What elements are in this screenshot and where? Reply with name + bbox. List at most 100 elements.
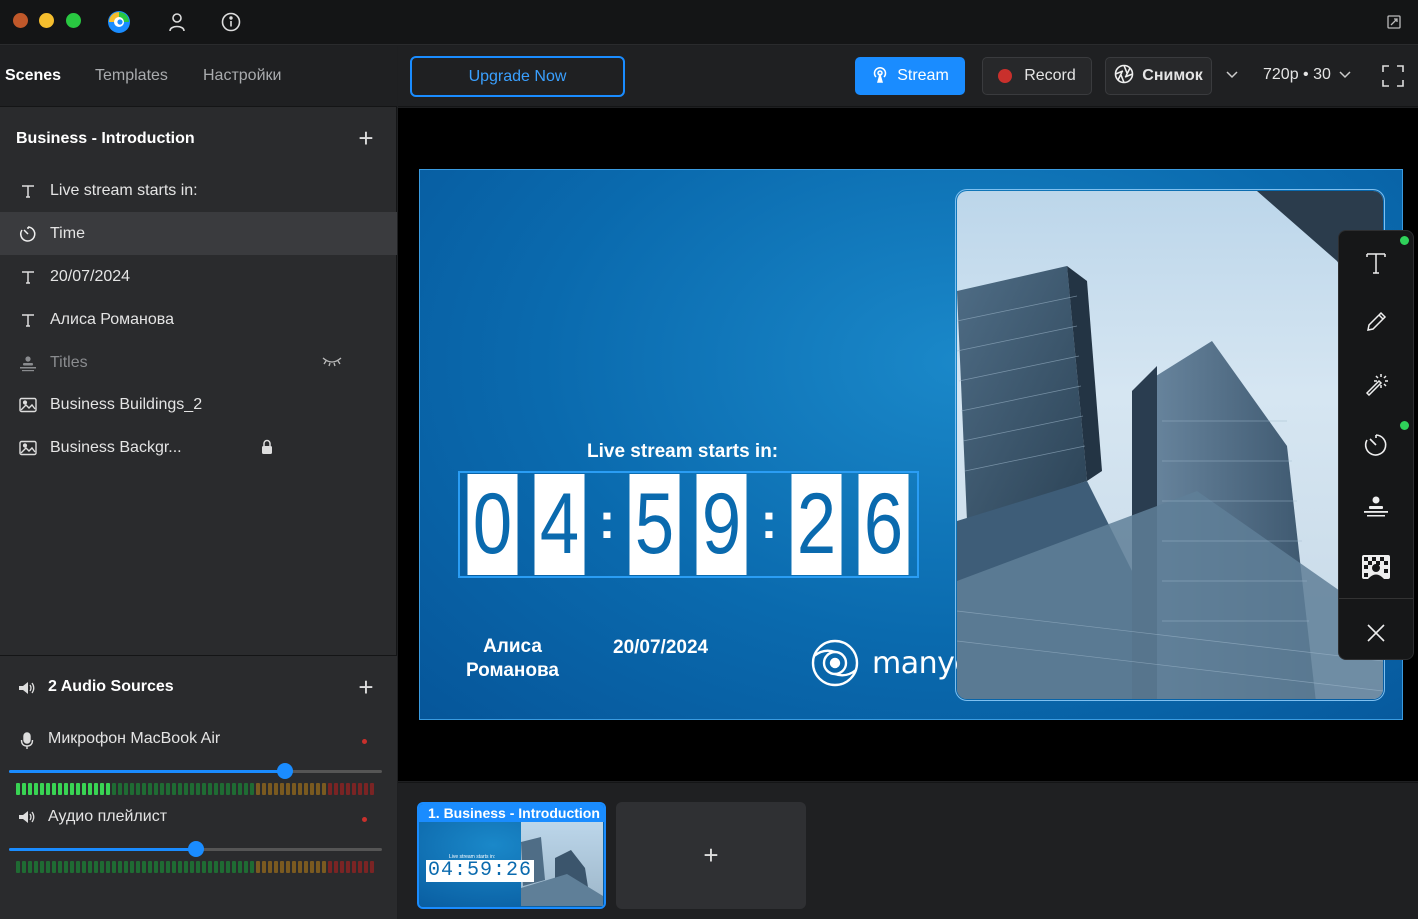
meter-segment [280, 783, 284, 795]
meter-segment [292, 861, 296, 873]
audio-level-meter [16, 783, 374, 795]
effects-wand-icon[interactable] [1357, 365, 1395, 403]
meter-segment [64, 861, 68, 873]
meter-segment [172, 783, 176, 795]
snapshot-button[interactable]: Снимок [1105, 57, 1212, 95]
meter-segment [268, 861, 272, 873]
meter-segment [142, 783, 146, 795]
meter-segment [112, 861, 116, 873]
audio-active-indicator [362, 739, 367, 744]
layer-item[interactable]: Live stream starts in: [0, 169, 397, 212]
meter-segment [100, 783, 104, 795]
draw-tool-icon[interactable] [1357, 303, 1395, 341]
meter-segment [304, 783, 308, 795]
meter-segment [94, 861, 98, 873]
title-bar [0, 0, 1418, 45]
meter-segment [286, 783, 290, 795]
microphone-icon [20, 732, 34, 755]
meter-segment [340, 783, 344, 795]
image-icon [18, 395, 38, 415]
scene-thumbnail[interactable]: 1. Business - Introduction Live stream s… [417, 802, 606, 909]
meter-segment [358, 783, 362, 795]
layer-item[interactable]: Time [0, 212, 397, 255]
meter-segment [184, 861, 188, 873]
resolution-selector[interactable]: 720p • 30 [1263, 66, 1351, 84]
tool-rail [1338, 230, 1414, 660]
manycam-logo-icon[interactable] [106, 9, 132, 35]
layer-item[interactable]: Titles [0, 341, 397, 384]
timer-tool-active-indicator [1400, 421, 1409, 430]
lower-third-tool-icon[interactable] [1357, 488, 1395, 526]
meter-segment [322, 783, 326, 795]
meter-segment [274, 861, 278, 873]
text-tool-icon[interactable] [1357, 244, 1395, 282]
timer-colon: : [598, 492, 616, 549]
meter-segment [298, 783, 302, 795]
timer-tool-icon[interactable] [1357, 426, 1395, 464]
layer-item[interactable]: Алиса Романова [0, 298, 397, 341]
meter-segment [184, 783, 188, 795]
main-toolbar: Upgrade Now Stream Record Снимок 720p • … [398, 46, 1418, 107]
meter-segment [46, 783, 50, 795]
timer-colon: : [760, 492, 778, 549]
lock-icon[interactable] [261, 439, 273, 459]
business-buildings-image[interactable] [955, 189, 1385, 701]
meter-segment [208, 861, 212, 873]
user-icon[interactable] [164, 9, 190, 35]
volume-slider-thumb[interactable] [188, 841, 204, 857]
close-window-button[interactable] [13, 13, 28, 28]
close-icon[interactable] [1357, 614, 1395, 652]
chevron-down-icon[interactable] [1226, 66, 1238, 82]
stream-button[interactable]: Stream [855, 57, 965, 95]
meter-segment [202, 861, 206, 873]
meter-segment [166, 861, 170, 873]
meter-segment [136, 783, 140, 795]
minimize-window-button[interactable] [39, 13, 54, 28]
meter-segment [256, 783, 260, 795]
record-button[interactable]: Record [982, 57, 1092, 95]
rail-divider [1339, 598, 1413, 599]
meter-segment [40, 861, 44, 873]
hidden-eye-icon[interactable] [322, 354, 342, 373]
countdown-timer[interactable]: 0 4 : 5 9 : 2 6 [458, 471, 919, 578]
volume-slider-thumb[interactable] [277, 763, 293, 779]
upgrade-now-button[interactable]: Upgrade Now [410, 56, 625, 97]
image-icon [18, 438, 38, 458]
meter-segment [226, 783, 230, 795]
meter-segment [22, 783, 26, 795]
add-layer-button[interactable]: + [355, 125, 377, 151]
maximize-window-button[interactable] [66, 13, 81, 28]
tab-settings[interactable]: Настройки [203, 67, 281, 85]
tab-templates[interactable]: Templates [95, 67, 168, 85]
meter-segment [268, 783, 272, 795]
volume-fill [9, 848, 196, 851]
layer-item[interactable]: 20/07/2024 [0, 255, 397, 298]
volume-slider[interactable] [9, 841, 382, 857]
meter-segment [214, 783, 218, 795]
meter-segment [358, 861, 362, 873]
meter-segment [202, 783, 206, 795]
add-audio-source-button[interactable]: + [355, 674, 377, 700]
window-restore-icon[interactable] [1381, 9, 1407, 35]
stream-label: Stream [897, 67, 949, 84]
meter-segment [352, 861, 356, 873]
speaker-icon [18, 681, 36, 700]
info-icon[interactable] [218, 9, 244, 35]
preview-date[interactable]: 20/07/2024 [613, 637, 708, 659]
preview-caption[interactable]: Live stream starts in: [587, 441, 778, 463]
scene-preview[interactable]: Live stream starts in: 0 4 : 5 9 : 2 6 А… [419, 169, 1403, 720]
add-scene-button[interactable]: + [616, 802, 806, 909]
chroma-key-icon[interactable] [1357, 548, 1395, 586]
preview-name[interactable]: Алиса Романова [460, 635, 565, 683]
layer-item[interactable]: Business Buildings_2 [0, 383, 397, 426]
meter-segment [16, 861, 20, 873]
meter-segment [106, 861, 110, 873]
lower-third-icon [18, 353, 38, 373]
fullscreen-icon[interactable] [1382, 65, 1404, 92]
volume-slider[interactable] [9, 763, 382, 779]
tab-scenes[interactable]: Scenes [5, 67, 61, 85]
meter-segment [316, 861, 320, 873]
meter-segment [34, 783, 38, 795]
meter-segment [250, 861, 254, 873]
layer-item[interactable]: Business Backgr... [0, 426, 397, 469]
